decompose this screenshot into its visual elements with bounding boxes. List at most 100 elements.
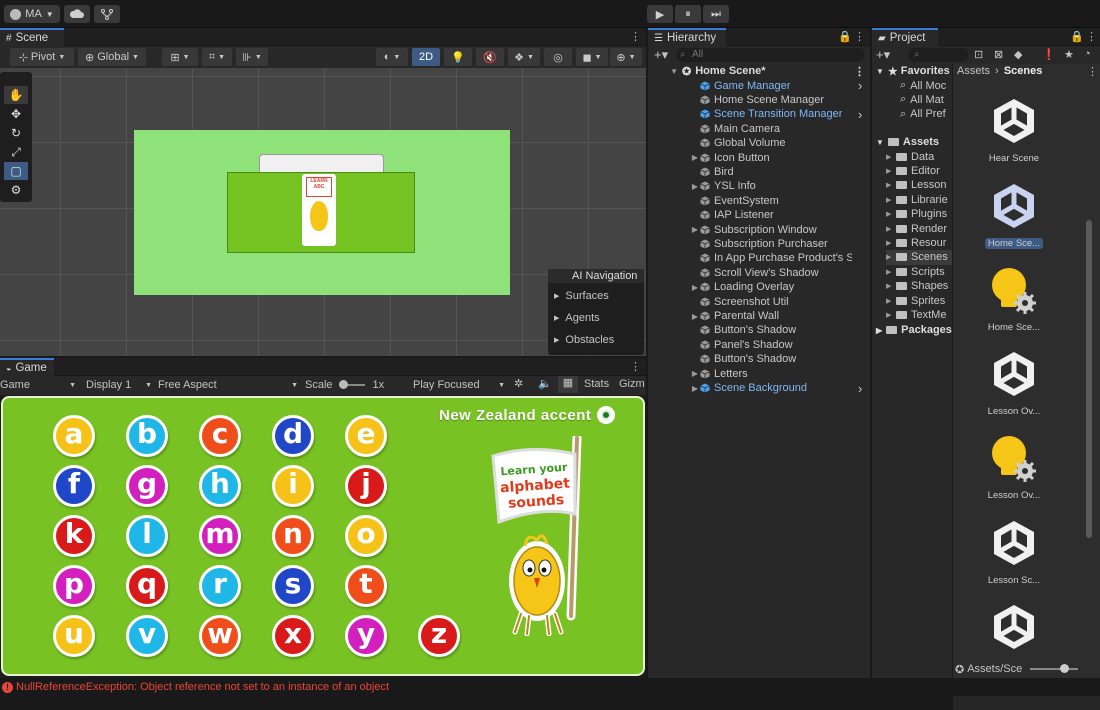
scene-menu-icon[interactable]: ⋮	[630, 30, 641, 43]
asset-folder[interactable]: ▶ Scenes	[886, 250, 952, 265]
hierarchy-item[interactable]: Global Volume	[648, 136, 866, 150]
hand-tool-icon[interactable]: ✋	[4, 86, 28, 104]
search-by-type-icon[interactable]: ⊡	[974, 48, 983, 61]
fold-right-icon[interactable]: ▶	[690, 153, 700, 162]
accent-toggle-icon[interactable]	[597, 406, 616, 424]
assets-row[interactable]: ▼ Assets	[876, 135, 939, 149]
project-scrollbar[interactable]	[1086, 220, 1092, 538]
fold-right-icon[interactable]: ▶	[886, 153, 896, 161]
hierarchy-item[interactable]: EventSystem	[648, 194, 866, 208]
lighting-toggle[interactable]: 💡	[444, 48, 472, 66]
chevron-right-icon[interactable]: ›	[858, 107, 862, 121]
version-control-button[interactable]	[94, 5, 120, 23]
fold-right-icon[interactable]: ▶	[886, 210, 896, 218]
game-mode-dropdown[interactable]: Game ▼	[0, 377, 76, 393]
letter-button-v[interactable]: v	[126, 615, 168, 657]
letter-button-j[interactable]: j	[345, 465, 387, 507]
hierarchy-item[interactable]: IAP Listener	[648, 208, 866, 222]
asset-tile[interactable]: Hear Scene	[979, 96, 1049, 164]
asset-folder[interactable]: ▶ Render	[886, 222, 947, 236]
add-icon[interactable]: +▾	[876, 47, 890, 63]
asset-folder[interactable]: ▶ Lesson	[886, 178, 946, 192]
tab-scene[interactable]: # Scene	[0, 28, 64, 46]
scene-visibility-toggle[interactable]: ◎	[544, 48, 572, 66]
stats-button[interactable]: Stats	[584, 378, 609, 390]
asset-folder[interactable]: ▶ Plugins	[886, 207, 947, 221]
warning-icon[interactable]: ❗	[1042, 48, 1056, 61]
asset-folder[interactable]: ▶ Resour	[886, 236, 946, 250]
project-menu-icon[interactable]: ⋮	[1086, 30, 1097, 43]
grid-snap-button[interactable]: ⊞ ▼	[162, 48, 198, 66]
fold-right-icon[interactable]: ▶	[690, 384, 700, 393]
fold-right-icon[interactable]: ▶	[690, 369, 700, 378]
asset-folder[interactable]: ▶ Data	[886, 150, 934, 164]
letter-button-d[interactable]: d	[272, 415, 314, 457]
tab-hierarchy[interactable]: ☰ Hierarchy	[648, 28, 726, 46]
scene-viewport[interactable]: LEARN ABC ✋ ✥ ↻ ⤢ ▢ ⚙ AI Navigation ▶ Surf…	[0, 68, 646, 356]
fold-right-icon[interactable]: ▶	[886, 181, 896, 189]
project-area-menu-icon[interactable]: ⋮	[1087, 65, 1098, 78]
2d-toggle[interactable]: 2D	[412, 48, 440, 66]
hierarchy-item[interactable]: ▶ YSL Info	[648, 179, 866, 193]
letter-button-x[interactable]: x	[272, 615, 314, 657]
fold-right-icon[interactable]: ▶	[886, 253, 896, 261]
asset-folder[interactable]: ▶ Shapes	[886, 279, 948, 293]
fold-right-icon[interactable]: ▶	[886, 196, 896, 204]
scale-control[interactable]: Scale 1x	[305, 377, 405, 393]
letter-button-e[interactable]: e	[345, 415, 387, 457]
increment-snap-button[interactable]: ⊪ ▼	[236, 48, 268, 66]
fold-right-icon[interactable]: ▶	[886, 239, 896, 247]
ai-nav-obstacles[interactable]: ▶ Obstacles	[554, 329, 644, 351]
bug-icon[interactable]: ✲	[514, 377, 523, 390]
hierarchy-search-input[interactable]: ⌕ All	[676, 48, 864, 62]
account-button[interactable]: MA ▼	[4, 5, 60, 23]
fold-right-icon[interactable]: ▶	[886, 282, 896, 290]
asset-folder[interactable]: ▶ Scripts	[886, 265, 945, 279]
letter-button-i[interactable]: i	[272, 465, 314, 507]
draw-mode-button[interactable]: ◐ ▼	[376, 48, 408, 66]
tag-icon[interactable]: ◆	[1014, 48, 1022, 61]
mascot-bird[interactable]: Learn your alphabet sounds	[491, 433, 591, 637]
eye-count-icon[interactable]: ◔	[1084, 48, 1091, 60]
camera-dropdown[interactable]: ◼ ▼	[576, 48, 608, 66]
letter-button-t[interactable]: t	[345, 565, 387, 607]
fold-right-icon[interactable]: ▶	[690, 182, 700, 191]
hierarchy-item[interactable]: ▶ Letters	[648, 367, 866, 381]
letter-button-q[interactable]: q	[126, 565, 168, 607]
pause-button[interactable]: ⏸	[675, 5, 701, 23]
letter-button-k[interactable]: k	[53, 515, 95, 557]
hierarchy-menu-icon[interactable]: ⋮	[854, 30, 865, 43]
hierarchy-item[interactable]: Home Scene Manager	[648, 93, 866, 107]
ai-nav-agents[interactable]: ▶ Agents	[554, 307, 644, 329]
letter-button-b[interactable]: b	[126, 415, 168, 457]
fold-right-icon[interactable]: ▶	[690, 225, 700, 234]
hierarchy-item[interactable]: ▶ Loading Overlay	[648, 280, 866, 294]
asset-tile[interactable]	[979, 602, 1049, 659]
game-menu-icon[interactable]: ⋮	[630, 360, 641, 373]
hierarchy-item[interactable]: Button's Shadow	[648, 323, 866, 337]
hierarchy-item[interactable]: ▶ Scene Background ›	[648, 381, 866, 395]
zoom-slider-handle[interactable]	[1060, 664, 1070, 673]
global-dropdown[interactable]: ⊕ Global ▼	[78, 48, 146, 66]
rect-tool-icon[interactable]: ▢	[4, 162, 28, 180]
fold-right-icon[interactable]: ▶	[690, 312, 700, 321]
asset-tile[interactable]: Home Sce...	[979, 265, 1049, 333]
zoom-slider[interactable]	[1030, 664, 1079, 673]
letter-button-w[interactable]: w	[199, 615, 241, 657]
display-dropdown[interactable]: Display 1 ▼	[86, 377, 152, 393]
play-focused-dropdown[interactable]: Play Focused ▼	[413, 377, 505, 393]
letter-button-y[interactable]: y	[345, 615, 387, 657]
grid-visibility-button[interactable]: ⌗ ▼	[202, 48, 232, 66]
letter-button-n[interactable]: n	[272, 515, 314, 557]
chevron-right-icon[interactable]: ›	[858, 79, 862, 93]
fold-right-icon[interactable]: ▶	[886, 311, 896, 319]
letter-button-p[interactable]: p	[53, 565, 95, 607]
hierarchy-item[interactable]: Subscription Purchaser	[648, 237, 866, 251]
asset-folder[interactable]: ▶ Sprites	[886, 294, 945, 308]
play-button[interactable]: ▶	[647, 5, 673, 23]
fold-right-icon[interactable]: ▶	[886, 225, 896, 233]
step-button[interactable]: ⏭	[703, 5, 729, 23]
favorites-row[interactable]: ▼ ★ Favorites	[876, 64, 950, 78]
letter-button-m[interactable]: m	[199, 515, 241, 557]
packages-row[interactable]: ▶ Packages	[876, 323, 952, 337]
